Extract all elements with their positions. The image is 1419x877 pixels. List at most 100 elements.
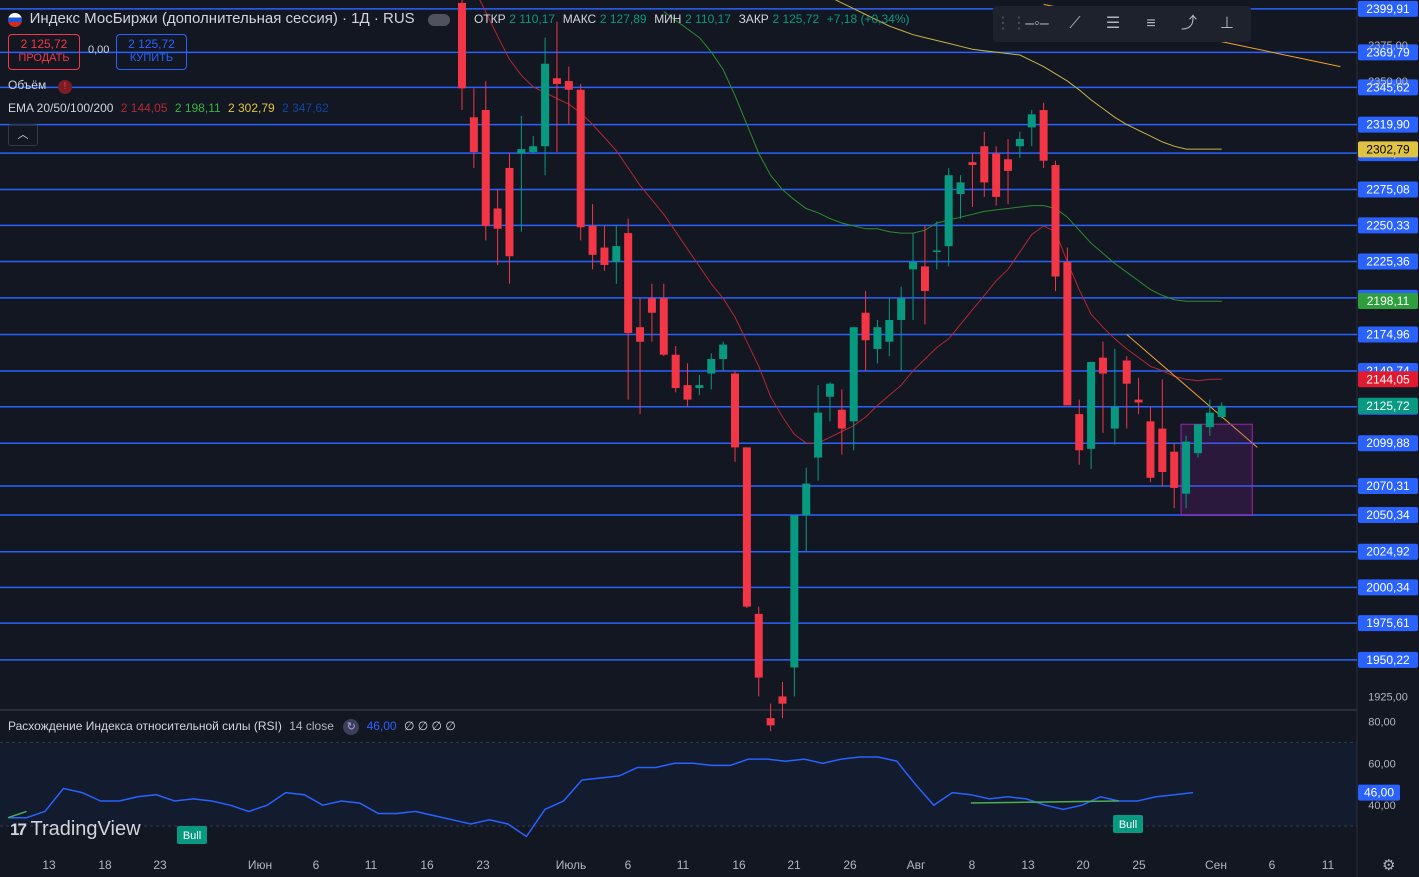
candle-body bbox=[541, 63, 550, 147]
candle-body bbox=[790, 515, 799, 668]
candle-body bbox=[1039, 110, 1048, 161]
measure-icon[interactable]: ⊥ bbox=[1213, 12, 1241, 36]
candle-body bbox=[909, 262, 918, 270]
rsi-legend[interactable]: Расхождение Индекса относительной силы (… bbox=[8, 719, 456, 735]
candle-body bbox=[766, 718, 775, 726]
low-value: 2 110,17 bbox=[685, 12, 731, 26]
candle-body bbox=[529, 146, 538, 153]
rsi-tick-label: 40,00 bbox=[1368, 800, 1396, 812]
bull-signal-label: Bull bbox=[183, 830, 201, 842]
price-chart[interactable]: 2399,912369,792345,622319,902300,222275,… bbox=[0, 0, 1419, 877]
candle-body bbox=[636, 327, 645, 342]
candle-body bbox=[1193, 424, 1202, 454]
sell-price: 2 125,72 bbox=[20, 37, 68, 51]
ema20-value: 2 144,05 bbox=[120, 101, 168, 115]
candle-body bbox=[1098, 357, 1107, 374]
time-tick-label: 16 bbox=[732, 858, 746, 872]
time-tick-label: 6 bbox=[313, 858, 320, 872]
candle-body bbox=[1217, 405, 1226, 417]
level-badge: 2225,36 bbox=[1358, 253, 1418, 270]
level-label: 2000,34 bbox=[1366, 580, 1410, 594]
candle-body bbox=[671, 354, 680, 389]
candle-body bbox=[1146, 421, 1155, 478]
price-badge-last: 2125,72 bbox=[1358, 397, 1418, 414]
rsi-last-badge: 46,00 bbox=[1358, 784, 1400, 801]
candle-body bbox=[897, 298, 906, 320]
candle-body bbox=[600, 247, 609, 265]
candle-body bbox=[873, 327, 882, 349]
time-tick-label: 25 bbox=[1132, 858, 1146, 872]
close-label: ЗАКР bbox=[738, 12, 769, 26]
grip-icon[interactable]: ⋮⋮ bbox=[995, 12, 1027, 36]
collapse-legend-button[interactable]: ︿ bbox=[8, 124, 38, 146]
watermark-text: TradingView bbox=[30, 818, 141, 840]
candle-body bbox=[481, 110, 490, 226]
candle bbox=[1063, 247, 1072, 406]
symbol-title[interactable]: Индекс МосБиржи (дополнительная сессия) … bbox=[30, 10, 415, 27]
candle-body bbox=[493, 208, 502, 229]
ema100-value: 2 302,79 bbox=[228, 101, 275, 115]
level-label: 2275,08 bbox=[1366, 183, 1410, 197]
ema-label: EMA 20/50/100/200 bbox=[8, 101, 114, 115]
ema-legend[interactable]: EMA 20/50/100/200 2 144,05 2 198,11 2 30… bbox=[8, 101, 329, 115]
change-value: +7,18 (+0,34%) bbox=[826, 12, 910, 26]
long-position-icon[interactable]: ≡ bbox=[1137, 12, 1165, 36]
sell-label: ПРОДАТЬ bbox=[18, 52, 70, 64]
rsi-band bbox=[0, 742, 1357, 827]
candle-body bbox=[944, 175, 953, 247]
level-label: 2050,34 bbox=[1366, 508, 1410, 522]
price-tick-label: 2375,00 bbox=[1368, 40, 1408, 52]
candle-body bbox=[754, 613, 763, 678]
time-tick-label: 26 bbox=[843, 858, 857, 872]
price-tick-label: 2350,00 bbox=[1368, 76, 1408, 88]
price-badge-ema100: 2302,79 bbox=[1358, 141, 1418, 158]
candle-body bbox=[814, 412, 823, 458]
candle-body bbox=[659, 298, 668, 355]
open-value: 2 110,17 bbox=[509, 12, 556, 26]
candle-body bbox=[885, 319, 894, 342]
price-badge-label: 2125,72 bbox=[1366, 399, 1410, 413]
hide-toggle-icon[interactable] bbox=[428, 13, 451, 26]
candle-body bbox=[980, 146, 989, 183]
tradingview-watermark: 17 TradingView bbox=[10, 818, 141, 841]
candle-body bbox=[1063, 262, 1072, 406]
time-tick-label: Июн bbox=[248, 858, 272, 872]
candle-body bbox=[932, 250, 941, 252]
fib-icon[interactable]: ☰ bbox=[1099, 12, 1127, 36]
sell-button[interactable]: 2 125,72 ПРОДАТЬ bbox=[8, 34, 80, 70]
refresh-icon[interactable]: ↻ bbox=[343, 719, 360, 735]
time-tick-label: 13 bbox=[1021, 858, 1035, 872]
candle-body bbox=[1182, 441, 1191, 494]
time-tick-label: 20 bbox=[1076, 858, 1090, 872]
time-tick-label: 18 bbox=[98, 858, 112, 872]
open-label: ОТКР bbox=[473, 12, 506, 26]
candle-body bbox=[825, 383, 834, 397]
candle-body bbox=[707, 359, 716, 374]
candle bbox=[992, 146, 1001, 206]
rsi-extra: ∅ ∅ ∅ ∅ bbox=[403, 719, 456, 733]
ema50-value: 2 198,11 bbox=[174, 101, 221, 115]
level-label: 2399,91 bbox=[1366, 2, 1410, 16]
horizontal-ray-icon[interactable]: –◦– bbox=[1023, 12, 1051, 36]
buy-price: 2 125,72 bbox=[128, 37, 175, 51]
time-tick-label: 21 bbox=[787, 858, 801, 872]
candle-body bbox=[1015, 138, 1024, 147]
settings-gear-icon[interactable]: ⚙ bbox=[1382, 856, 1395, 874]
level-label: 2250,33 bbox=[1366, 218, 1410, 232]
warning-icon[interactable]: ! bbox=[57, 80, 72, 94]
drawing-toolbar[interactable]: ⋮⋮ –◦– ⟋ ☰ ≡ ⤴ ⊥ bbox=[993, 6, 1251, 42]
price-badge-label: 2302,79 bbox=[1366, 142, 1410, 156]
level-label: 1950,22 bbox=[1366, 653, 1410, 667]
candle-body bbox=[647, 298, 656, 313]
buy-button[interactable]: 2 125,72 КУПИТЬ bbox=[116, 34, 187, 70]
candle-body bbox=[1122, 360, 1131, 384]
trend-line-icon[interactable]: ⟋ bbox=[1061, 12, 1089, 36]
level-badge: 2050,34 bbox=[1358, 506, 1418, 523]
highlight-box bbox=[1180, 423, 1253, 516]
candle-body bbox=[505, 167, 514, 257]
path-icon[interactable]: ⤴ bbox=[1175, 12, 1203, 36]
volume-legend[interactable]: Объём ! bbox=[8, 77, 72, 94]
price-badge-label: 2144,05 bbox=[1366, 372, 1410, 386]
time-tick-label: Сен bbox=[1205, 858, 1227, 872]
time-tick-label: 13 bbox=[42, 858, 56, 872]
